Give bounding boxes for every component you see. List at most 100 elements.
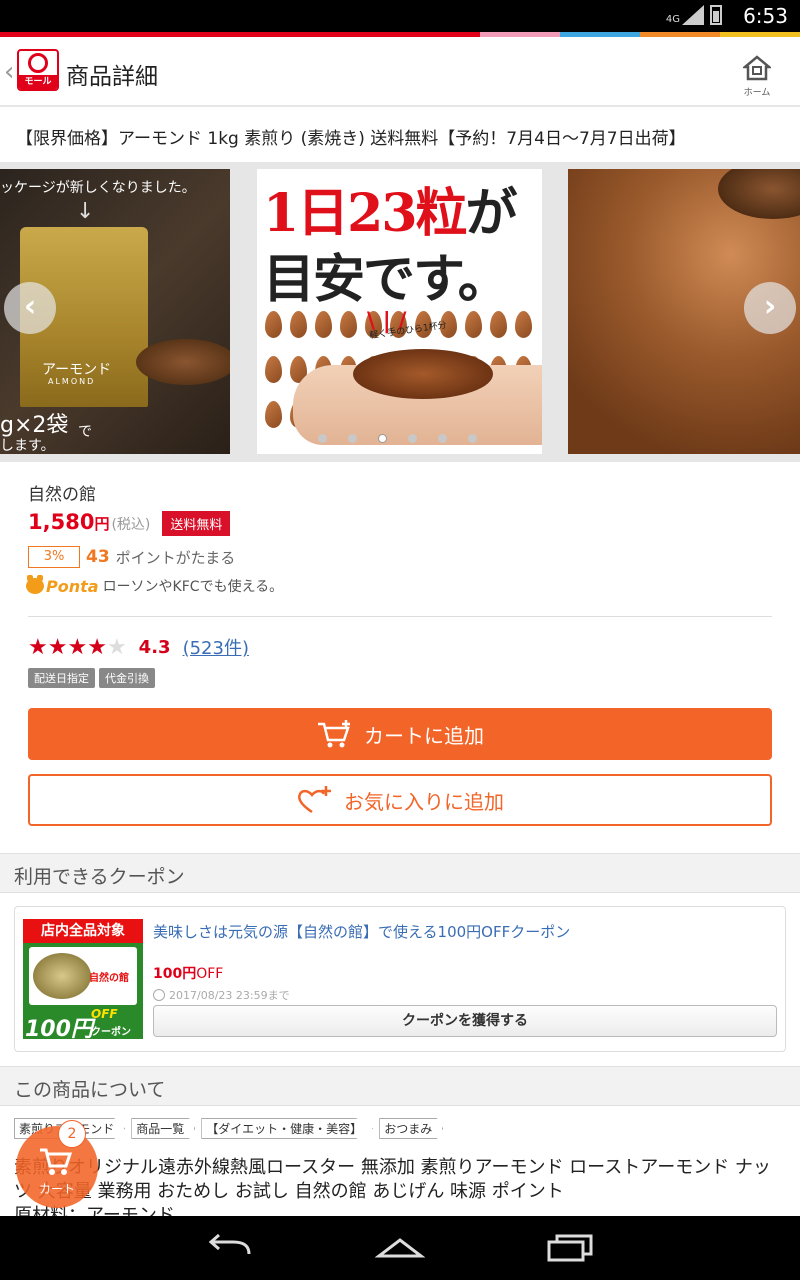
- status-icons: 4G: [666, 5, 722, 25]
- app-logo[interactable]: モール: [17, 49, 59, 91]
- signal-icon: [682, 5, 704, 25]
- points-line: 3% 43 ポイントがたまる: [28, 546, 235, 568]
- star-icon: ★: [28, 634, 48, 660]
- ponta-raccoon-icon: [26, 575, 44, 594]
- ponta-line: Ponta ローソンやKFCでも使える。: [26, 575, 284, 596]
- almond-bowl-image: [136, 339, 230, 385]
- free-shipping-badge: 送料無料: [162, 511, 231, 536]
- category-tag[interactable]: 【ダイエット・健康・美容】: [201, 1118, 374, 1139]
- cart-plus-icon: [318, 720, 350, 748]
- almond-shape: [265, 401, 282, 428]
- about-section-header: この商品について: [0, 1066, 800, 1106]
- battery-icon: [710, 5, 722, 25]
- arrow-down-icon: ↓: [76, 199, 95, 224]
- almond-shape: [490, 311, 507, 338]
- shop-name[interactable]: 自然の館: [28, 480, 96, 505]
- ponta-text: ローソンやKFCでも使える。: [102, 579, 284, 595]
- get-coupon-button[interactable]: クーポンを獲得する: [153, 1005, 777, 1037]
- carousel-dot[interactable]: [438, 434, 447, 443]
- points-text: ポイントがたまる: [115, 548, 236, 567]
- back-arrow-icon[interactable]: ‹: [4, 57, 14, 87]
- cart-count-badge: 2: [58, 1120, 86, 1148]
- add-to-cart-button[interactable]: カートに追加: [28, 708, 772, 760]
- almond-shape: [265, 311, 282, 338]
- add-to-favorites-label: お気に入りに追加: [344, 789, 504, 814]
- floating-cart-button[interactable]: 2 カート: [16, 1120, 98, 1208]
- home-label: ホーム: [743, 88, 771, 98]
- clock-icon: [153, 989, 165, 1001]
- rating-line: ★★★★★ 4.3 (523件): [28, 634, 249, 660]
- star-icon: ★: [47, 634, 68, 660]
- bag-label: アーモンド: [42, 362, 112, 378]
- image-carousel[interactable]: ッケージが新しくなりました。 ↓ アーモンド ALMOND g×2袋 で します…: [0, 162, 800, 462]
- almond-shape: [290, 311, 307, 338]
- status-bar: 4G 6:53: [0, 0, 800, 32]
- system-nav-bar: [0, 1216, 800, 1280]
- back-icon[interactable]: [205, 1232, 255, 1264]
- carousel-indicator: [318, 434, 477, 443]
- coupon-expiry: 2017/08/23 23:59まで: [153, 987, 290, 1003]
- home-icon: [741, 55, 773, 81]
- product-title: 【限界価格】アーモンド 1kg 素煎り (素焼き) 送料無料【予約！7月4日～7…: [16, 129, 686, 149]
- carousel-dot[interactable]: [348, 434, 357, 443]
- slide-caption-end: します。: [0, 438, 55, 454]
- almond-shape: [465, 311, 482, 338]
- points-value: 43: [86, 547, 110, 567]
- clock: 6:53: [743, 4, 788, 28]
- tag-delivery-date: 配送日指定: [28, 668, 95, 688]
- star-icon: ★: [67, 634, 88, 660]
- review-count-link[interactable]: (523件): [183, 634, 249, 660]
- category-tag[interactable]: 商品一覧: [131, 1118, 196, 1139]
- point-rate-badge: 3%: [28, 546, 80, 568]
- tag-cash-on-delivery: 代金引換: [99, 668, 155, 688]
- carousel-slide-serving[interactable]: 1日23粒が 目安です。 \ | / 軽く手のひら1杯分: [257, 169, 542, 454]
- price-unit: 円: [94, 515, 110, 533]
- screen: 4G 6:53 ‹ モール 商品詳細 ホーム 【限界価格】アーモンド 1kg 素…: [0, 0, 800, 1280]
- slide-caption: ッケージが新しくなりました。: [0, 180, 196, 196]
- ponta-logo: Ponta: [46, 576, 99, 596]
- slide-caption-de: で: [78, 424, 92, 440]
- carousel-dot[interactable]: [408, 434, 417, 443]
- coupon-title-link[interactable]: 美味しさは元気の源【自然の館】で使える100円OFFクーポン: [153, 921, 570, 942]
- rating-value: 4.3: [138, 636, 171, 658]
- tax-note: (税込): [111, 517, 151, 533]
- coupon-discount: 100円OFF: [153, 966, 224, 982]
- add-to-favorites-button[interactable]: お気に入りに追加: [28, 774, 772, 826]
- coupon-section-header: 利用できるクーポン: [0, 853, 800, 893]
- bag-sublabel: ALMOND: [48, 377, 96, 386]
- almond-heap-image: [353, 349, 493, 399]
- price-line: 1,580 円 (税込) 送料無料: [28, 510, 231, 536]
- recents-icon[interactable]: [545, 1232, 595, 1264]
- add-to-cart-label: カートに追加: [364, 723, 484, 748]
- heart-plus-icon: [298, 786, 331, 814]
- star-icon: ★: [87, 634, 107, 660]
- coupon-image: 店内全品対象 自然の館 100円 OFF クーポン: [23, 919, 143, 1039]
- slide-headline-1: 1日23粒が: [263, 183, 518, 244]
- carousel-next-button[interactable]: ›: [744, 282, 796, 334]
- home-nav-icon[interactable]: [375, 1232, 425, 1264]
- home-button[interactable]: ホーム: [740, 55, 774, 98]
- page-title: 商品詳細: [66, 64, 158, 90]
- coupon-card[interactable]: 店内全品対象 自然の館 100円 OFF クーポン 美味しさは元気の源【自然の館…: [14, 906, 786, 1052]
- star-icon: ★: [106, 634, 127, 660]
- carousel-prev-button[interactable]: ‹: [4, 282, 56, 334]
- cart-icon: [40, 1148, 73, 1175]
- network-type: 4G: [665, 14, 680, 25]
- divider: [28, 616, 772, 617]
- category-tag[interactable]: おつまみ: [379, 1118, 444, 1139]
- price: 1,580: [28, 510, 95, 534]
- almond-shape: [265, 356, 282, 383]
- cart-label: カート: [38, 1182, 75, 1196]
- description-text: 素煎りオリジナル遠赤外線熱風ロースター 無添加 素煎りアーモンド ローストアーモ…: [14, 1157, 771, 1202]
- almond-shape: [515, 311, 532, 338]
- carousel-dot[interactable]: [378, 434, 387, 443]
- almond-shape: [315, 311, 332, 338]
- service-tags: 配送日指定 代金引換: [28, 668, 155, 688]
- carousel-dot[interactable]: [318, 434, 327, 443]
- slide-headline-2: 目安です。: [263, 249, 510, 310]
- app-header: ‹ モール 商品詳細 ホーム: [0, 37, 800, 107]
- carousel-dot[interactable]: [468, 434, 477, 443]
- bowl-image: [718, 169, 800, 219]
- almond-shape: [340, 311, 357, 338]
- star-rating: ★★★★★: [28, 635, 127, 660]
